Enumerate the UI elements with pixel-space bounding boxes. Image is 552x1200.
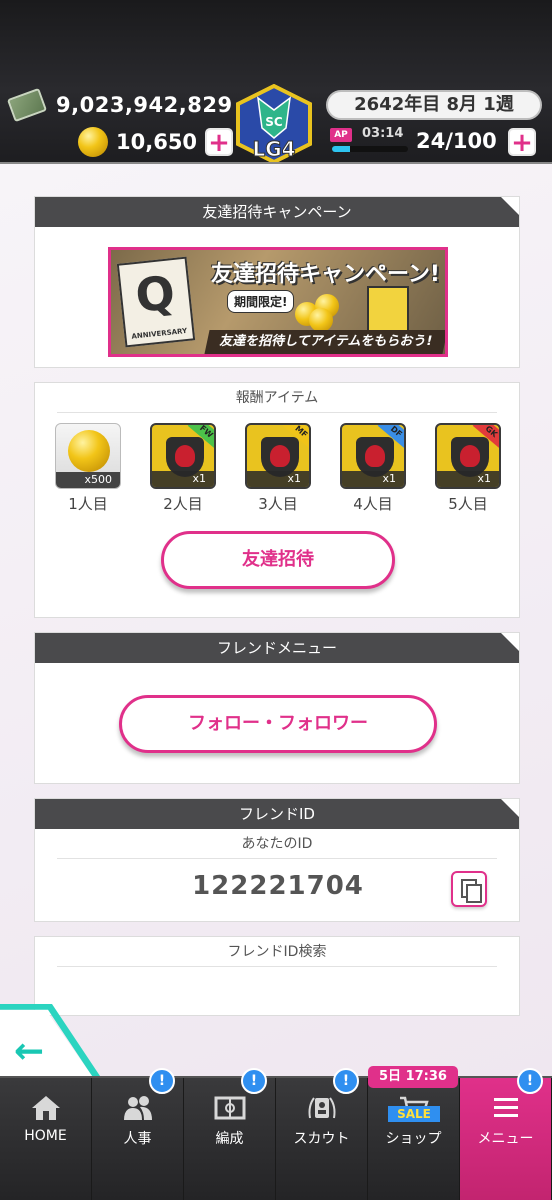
banner-limited-badge: 期間限定! [227,290,295,313]
add-ap-button[interactable]: + [508,128,536,156]
anniversary-text: ANNIVERSARY [131,326,188,341]
campaign-header: 友達招待キャンペーン [35,197,519,227]
reward-label: 3人目 [258,495,298,513]
emblem-text: LG4 [252,137,295,161]
banner-coins-icon [287,290,347,332]
friend-menu-header: フレンドメニュー [35,633,519,663]
reward-qty: x1 [342,471,404,487]
coin-display: 10,650 + [78,126,234,158]
follow-follower-button[interactable]: フォロー・フォロワー [119,695,437,753]
money-value: 9,023,942,829 [56,93,233,117]
player-card-icon: FW x1 [150,423,216,489]
rewards-card: 報酬アイテム x500 1人目 FW x1 2人目 MF x1 3人目 DF x… [34,382,520,618]
anniversary-letter: Q [132,265,178,323]
player-card-icon: MF x1 [245,423,311,489]
friend-id-card: フレンドID あなたのID 122221704 [34,798,520,922]
friend-search-card: フレンドID検索 [34,936,520,1016]
field-icon [214,1096,246,1120]
money-icon [6,87,48,123]
nav-label: スカウト [293,1131,350,1147]
ap-badge: AP [330,128,352,142]
reward-list: x500 1人目 FW x1 2人目 MF x1 3人目 DF x1 4人目 G… [55,423,501,513]
nav-menu[interactable]: ! メニュー [460,1068,552,1200]
reward-qty: x500 [56,472,120,488]
ap-bar [332,146,408,152]
nav-formation[interactable]: ! 編成 [184,1068,276,1200]
bottom-nav: HOME ! 人事 ! 編成 ! スカウト SALE ショップ ! メニュー [0,1068,552,1200]
reward-item[interactable]: x500 1人目 [55,423,121,514]
reward-label: 4人目 [353,495,393,513]
reward-qty: x1 [152,471,214,487]
coin-reward-icon: x500 [55,423,121,489]
copy-id-button[interactable] [451,871,487,907]
banner-card-icon [367,286,409,334]
ap-bar-fill [332,146,351,152]
reward-item[interactable]: MF x1 3人目 [245,423,311,514]
notification-badge: ! [333,1068,359,1094]
club-emblem-icon[interactable]: SC LG4 [230,84,318,164]
ap-value: 24/100 [416,129,497,153]
reward-item[interactable]: FW x1 2人目 [150,423,216,514]
invite-friend-button[interactable]: 友達招待 [161,531,395,589]
home-icon [32,1096,60,1120]
notification-badge: ! [517,1068,543,1094]
money-display: 9,023,942,829 [6,87,233,123]
people-icon [124,1096,152,1120]
add-coins-button[interactable]: + [205,128,234,156]
sale-tag: SALE [388,1106,440,1122]
game-date: 2642年目 8月 1週 [326,90,542,120]
campaign-banner[interactable]: Q ANNIVERSARY 友達招待キャンペーン! 期間限定! 友達を招待してア… [108,247,448,357]
banner-footer: 友達を招待してアイテムをもらおう! [204,330,445,354]
reward-item[interactable]: GK x1 5人目 [435,423,501,514]
nav-personnel[interactable]: ! 人事 [92,1068,184,1200]
reward-qty: x1 [437,471,499,487]
player-card-icon: GK x1 [435,423,501,489]
nav-scout[interactable]: ! スカウト [276,1068,368,1200]
reward-item[interactable]: DF x1 4人目 [340,423,406,514]
coin-icon [78,127,108,157]
nav-home[interactable]: HOME [0,1078,92,1200]
anniversary-logo: Q ANNIVERSARY [116,256,196,348]
reward-label: 1人目 [68,495,108,513]
friend-menu-card: フレンドメニュー フォロー・フォロワー [34,632,520,784]
player-card-icon: DF x1 [340,423,406,489]
nav-label: HOME [24,1128,67,1144]
menu-icon [494,1098,518,1117]
scout-icon [308,1097,336,1119]
emblem-sub-text: SC [265,115,283,129]
nav-shop[interactable]: SALE ショップ [368,1078,460,1200]
nav-label: メニュー [477,1131,534,1147]
notification-badge: ! [241,1068,267,1094]
status-bar: 9,023,942,829 10,650 + SC LG4 2642年目 8月 … [0,0,552,164]
friend-id-header: フレンドID [35,799,519,829]
friend-search-label: フレンドID検索 [57,937,497,967]
sale-timer: 5日 17:36 [368,1066,458,1088]
reward-label: 5人目 [448,495,488,513]
main-content[interactable]: 友達招待キャンペーン Q ANNIVERSARY 友達招待キャンペーン! 期間限… [0,164,552,1076]
banner-title: 友達招待キャンペーン! [211,262,440,287]
ap-display: AP 03:14 24/100 + [330,126,544,158]
friend-id-value: 122221704 [192,871,364,901]
rewards-header: 報酬アイテム [57,383,497,413]
nav-label: 人事 [123,1131,152,1147]
nav-label: 編成 [215,1131,244,1147]
coin-value: 10,650 [116,130,198,154]
campaign-card: 友達招待キャンペーン Q ANNIVERSARY 友達招待キャンペーン! 期間限… [34,196,520,368]
back-arrow-icon[interactable]: ← [14,1034,44,1070]
ap-timer: 03:14 [362,126,404,141]
reward-qty: x1 [247,471,309,487]
reward-label: 2人目 [163,495,203,513]
notification-badge: ! [149,1068,175,1094]
nav-label: ショップ [385,1131,442,1147]
your-id-label: あなたのID [57,829,497,859]
